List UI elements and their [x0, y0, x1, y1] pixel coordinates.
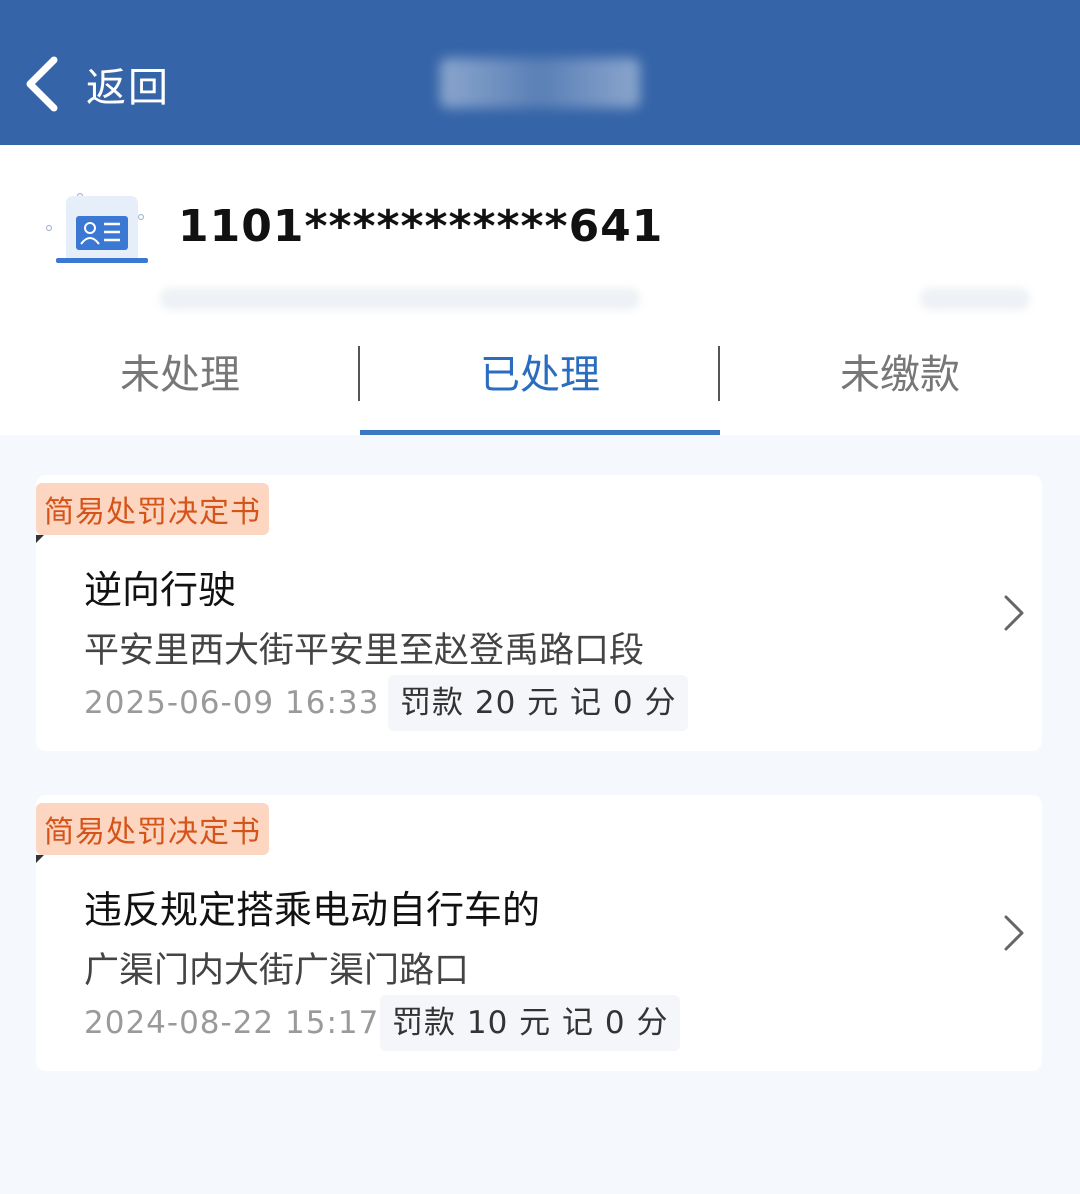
chevron-right-icon[interactable] [1000, 913, 1026, 953]
app-screen: 返回 1101***********641 未处理 已处理 未缴款 简易处罚决定… [0, 0, 1080, 1194]
tab-label: 已处理 [480, 352, 600, 398]
chevron-right-icon[interactable] [1000, 593, 1026, 633]
tab-divider [718, 346, 720, 401]
decision-badge: 简易处罚决定书 [36, 483, 269, 543]
penalty-summary: 罚款 20 元 记 0 分 [388, 675, 689, 731]
tab-divider [358, 346, 360, 401]
violation-location: 广渠门内大街广渠门路口 [84, 951, 470, 991]
id-number: 1101***********641 [178, 201, 664, 252]
back-button[interactable]: 返回 [22, 48, 170, 120]
back-label: 返回 [86, 65, 170, 111]
tab-unprocessed[interactable]: 未处理 [0, 340, 360, 435]
back-arrow-icon [26, 56, 58, 112]
status-tabs: 未处理 已处理 未缴款 [0, 340, 1080, 435]
redacted-line [160, 288, 640, 310]
decision-badge: 简易处罚决定书 [36, 803, 269, 863]
tab-label: 未处理 [120, 352, 240, 398]
id-card-icon [45, 192, 148, 263]
account-panel: 1101***********641 未处理 已处理 未缴款 [0, 145, 1080, 435]
tab-label: 未缴款 [840, 352, 960, 398]
top-bar: 返回 [0, 0, 1080, 145]
violation-title: 逆向行驶 [84, 568, 237, 612]
violation-card[interactable]: 简易处罚决定书 违反规定搭乘电动自行车的 广渠门内大街广渠门路口 2024-08… [36, 795, 1042, 1071]
redacted-line [920, 288, 1030, 310]
tab-processed[interactable]: 已处理 [360, 340, 720, 435]
violation-title: 违反规定搭乘电动自行车的 [84, 888, 541, 932]
violation-time: 2025-06-09 16:33 [84, 685, 380, 721]
tab-unpaid[interactable]: 未缴款 [720, 340, 1080, 435]
violation-time: 2024-08-22 15:17 [84, 1005, 380, 1041]
penalty-summary: 罚款 10 元 记 0 分 [380, 995, 681, 1051]
violation-location: 平安里西大街平安里至赵登禹路口段 [84, 631, 645, 671]
page-title-redacted [440, 58, 640, 108]
violation-card[interactable]: 简易处罚决定书 逆向行驶 平安里西大街平安里至赵登禹路口段 2025-06-09… [36, 475, 1042, 751]
